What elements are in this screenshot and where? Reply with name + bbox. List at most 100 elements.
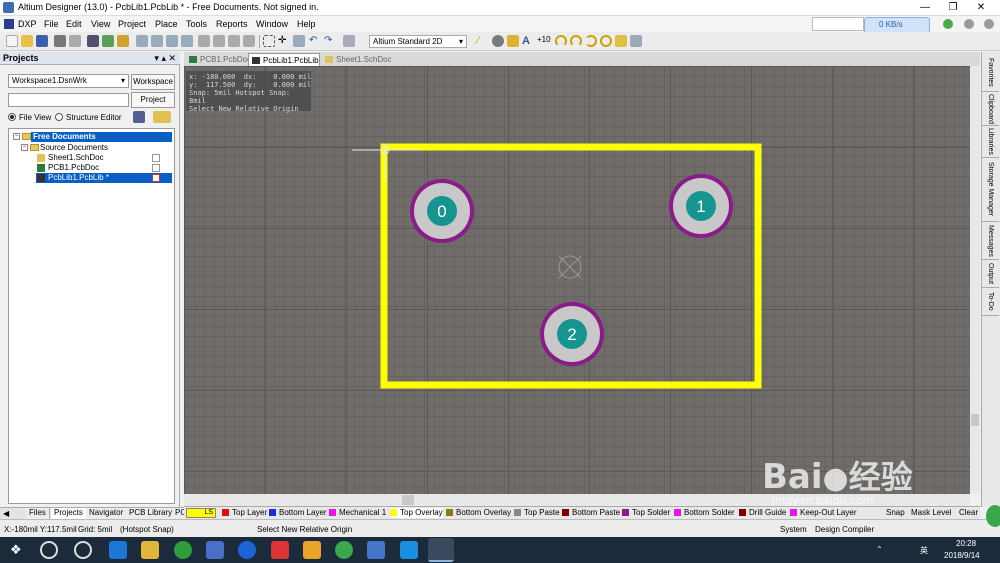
paste-icon[interactable]	[228, 35, 240, 47]
tab-navigator[interactable]: Navigator	[86, 508, 128, 519]
layer-top-layer[interactable]: Top Layer	[222, 508, 267, 518]
zoom-fit-icon[interactable]	[166, 35, 178, 47]
pad-2[interactable]: 2	[540, 302, 604, 366]
app-icon[interactable]	[303, 541, 321, 559]
layer-set-button[interactable]: LS	[186, 508, 216, 518]
file-view-radio[interactable]	[8, 113, 16, 121]
file-explorer-icon[interactable]	[141, 541, 159, 559]
tree-item-pcbdoc[interactable]: PCB1.PcbDoc	[48, 163, 99, 173]
forward-icon[interactable]	[964, 19, 974, 29]
cloud-icon[interactable]	[367, 541, 385, 559]
layer-bottom-layer[interactable]: Bottom Layer	[269, 508, 327, 518]
tab-libraries[interactable]: Libraries	[982, 126, 999, 158]
cut-icon[interactable]	[198, 35, 210, 47]
tab-output[interactable]: Output	[982, 260, 999, 288]
project-options-icon[interactable]	[153, 111, 171, 123]
zoom-in-icon[interactable]	[136, 35, 148, 47]
tab-files[interactable]: Files	[26, 508, 50, 519]
redo-icon[interactable]: ↷	[324, 35, 336, 47]
task-view-icon[interactable]	[74, 541, 92, 559]
browser-icon[interactable]	[174, 541, 192, 559]
status-design-compiler[interactable]: Design Compiler	[815, 525, 874, 534]
grid-icon[interactable]	[343, 35, 355, 47]
menu-place[interactable]: Place	[155, 19, 178, 29]
view-mode-select[interactable]: Altium Standard 2D ▾	[369, 35, 467, 48]
tab-pcb-library[interactable]: PCB Library	[126, 508, 177, 519]
app-icon[interactable]	[400, 541, 418, 559]
menu-view[interactable]: View	[91, 19, 110, 29]
tab-favorites[interactable]: Favorites	[982, 54, 999, 92]
tab-sheet1-schdoc[interactable]: Sheet1.SchDoc	[322, 53, 392, 66]
notification-badge-icon[interactable]	[986, 505, 1000, 527]
layer-drill-guide[interactable]: Drill Guide	[739, 508, 786, 518]
tab-pcb1-pcbdoc[interactable]: PCB1.PcbDoc	[186, 53, 251, 66]
pinwheel-icon[interactable]	[40, 541, 58, 559]
menu-edit[interactable]: Edit	[66, 19, 82, 29]
ime-indicator[interactable]: 英	[920, 545, 928, 556]
app-icon[interactable]	[335, 541, 353, 559]
workspace-select[interactable]: Workspace1.DsnWrk ▾	[8, 74, 129, 88]
arc-any-icon[interactable]	[585, 35, 597, 47]
pad-0[interactable]: 0	[410, 179, 474, 243]
new-icon[interactable]	[6, 35, 18, 47]
workspace-button[interactable]: Workspace	[131, 74, 175, 90]
zoom-selected-icon[interactable]	[181, 35, 193, 47]
zoom-area-icon[interactable]	[151, 35, 163, 47]
vertical-scroll-thumb[interactable]	[971, 414, 979, 426]
line-icon[interactable]: ∕	[477, 35, 489, 47]
tab-clipboard[interactable]: Clipboard	[982, 92, 999, 126]
menu-reports[interactable]: Reports	[216, 19, 248, 29]
snap-button[interactable]: Snap	[884, 508, 905, 518]
via-icon[interactable]	[507, 35, 519, 47]
layers-icon[interactable]	[102, 35, 114, 47]
project-button[interactable]: Project	[131, 92, 175, 108]
layer-top-solder[interactable]: Top Solder	[622, 508, 670, 518]
tray-chevron-icon[interactable]: ⌃	[876, 545, 883, 554]
tree-root[interactable]: Free Documents	[31, 132, 172, 142]
undo-icon[interactable]: ↶	[309, 35, 321, 47]
menu-window[interactable]: Window	[256, 19, 288, 29]
rubber-stamp-icon[interactable]	[243, 35, 255, 47]
deselect-icon[interactable]	[293, 35, 305, 47]
print-icon[interactable]	[54, 35, 66, 47]
app-icon[interactable]	[238, 541, 256, 559]
pad-icon[interactable]	[492, 35, 504, 47]
fill-icon[interactable]	[615, 35, 627, 47]
pad-1[interactable]: 1	[669, 174, 733, 238]
arc-center-icon[interactable]	[555, 35, 567, 47]
folder-icon[interactable]	[117, 35, 129, 47]
start-icon[interactable]: ❖	[10, 543, 24, 557]
save-icon[interactable]	[36, 35, 48, 47]
menu-project[interactable]: Project	[118, 19, 146, 29]
project-field[interactable]	[8, 93, 129, 107]
horizontal-scroll-thumb[interactable]	[402, 495, 414, 505]
app-icon[interactable]	[206, 541, 224, 559]
search-input[interactable]	[812, 17, 864, 31]
home-icon[interactable]	[984, 19, 994, 29]
collapse-icon[interactable]: −	[13, 133, 20, 140]
app-icon[interactable]	[271, 541, 289, 559]
vertical-scrollbar[interactable]	[970, 66, 980, 494]
layer-bottom-paste[interactable]: Bottom Paste	[562, 508, 620, 518]
menu-file[interactable]: File	[44, 19, 59, 29]
array-paste-icon[interactable]	[630, 35, 642, 47]
compile-icon[interactable]	[133, 111, 145, 123]
coordinate-icon[interactable]: +10	[537, 35, 551, 47]
tab-to-do[interactable]: To-Do	[982, 288, 999, 316]
open-device-icon[interactable]	[87, 35, 99, 47]
menu-tools[interactable]: Tools	[186, 19, 207, 29]
arc-edge-icon[interactable]	[570, 35, 582, 47]
layer-bottom-overlay[interactable]: Bottom Overlay	[446, 508, 511, 518]
full-circle-icon[interactable]	[600, 35, 612, 47]
menu-help[interactable]: Help	[297, 19, 316, 29]
status-system[interactable]: System	[780, 525, 807, 534]
copy-icon[interactable]	[213, 35, 225, 47]
tab-scroll-icon[interactable]: ◀	[3, 509, 9, 518]
print-preview-icon[interactable]	[69, 35, 81, 47]
altium-taskbar-icon[interactable]	[428, 538, 454, 562]
menu-dxp[interactable]: DXP	[18, 19, 37, 29]
layer-top-overlay[interactable]: Top Overlay	[390, 508, 443, 518]
select-area-icon[interactable]	[263, 35, 275, 47]
layer-bottom-solder[interactable]: Bottom Solder	[674, 508, 735, 518]
structure-editor-radio[interactable]	[55, 113, 63, 121]
